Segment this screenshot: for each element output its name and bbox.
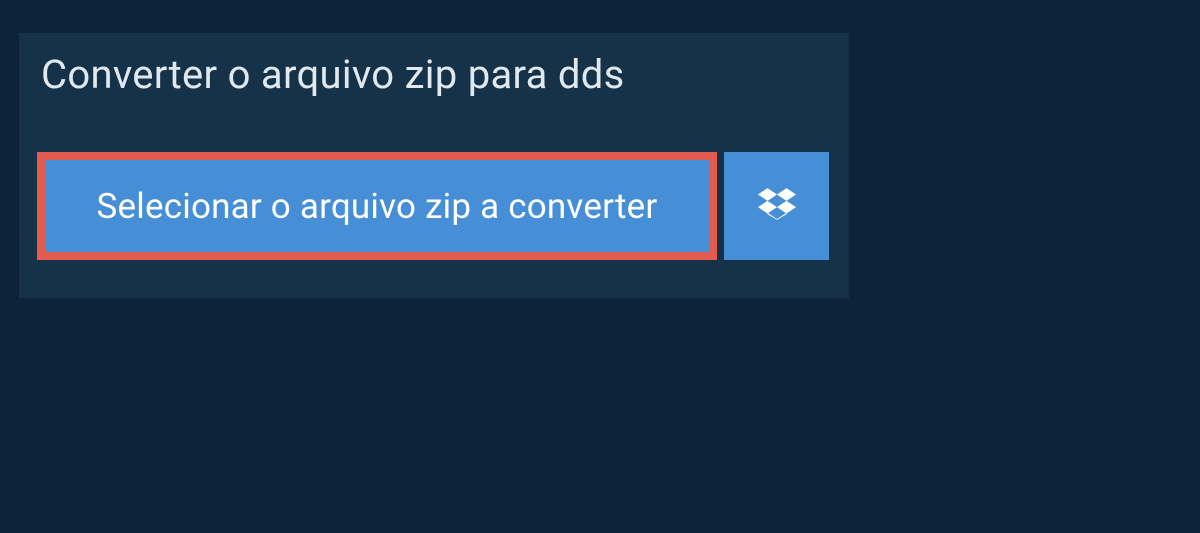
dropbox-button[interactable] — [724, 152, 829, 260]
select-file-button-label: Selecionar o arquivo zip a converter — [97, 186, 658, 227]
title-bar: Converter o arquivo zip para dds — [19, 33, 647, 116]
converter-panel: Converter o arquivo zip para dds Selecio… — [19, 33, 849, 298]
dropbox-icon — [758, 185, 796, 227]
button-row: Selecionar o arquivo zip a converter — [19, 116, 849, 298]
page-title: Converter o arquivo zip para dds — [41, 51, 625, 98]
select-file-button[interactable]: Selecionar o arquivo zip a converter — [37, 152, 717, 260]
